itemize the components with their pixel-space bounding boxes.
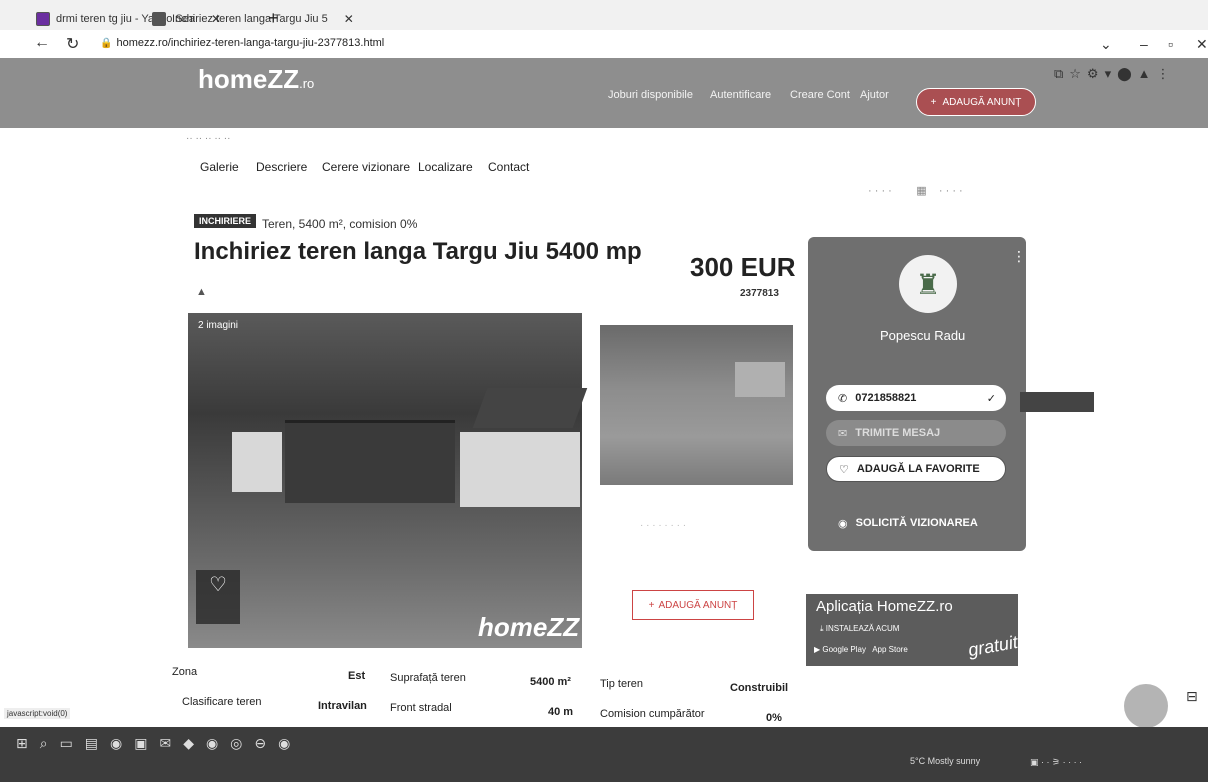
photo-gate (285, 420, 455, 503)
phone-icon: ✆ (838, 392, 848, 405)
listing-type-badge: INCHIRIERE (194, 214, 257, 228)
spec-value-zone: Est (348, 670, 366, 682)
browser-extension-icons[interactable]: ⧉☆⚙▾⬤▲⋮ (1054, 66, 1176, 82)
phone-number: 0721858821 (855, 392, 917, 404)
sidebar-icon[interactable]: ⊟ (1186, 688, 1198, 705)
post-ad-button-secondary[interactable]: + ADAUGĂ ANUNȚ (632, 590, 754, 620)
spec-value-area: 5400 m² (530, 676, 571, 688)
spec-label-frontage: Front stradal (390, 702, 452, 714)
request-viewing-button[interactable]: ◉ SOLICITĂ VIZIONAREA (826, 510, 1006, 536)
app-store-label: App Store (872, 645, 908, 654)
logo-text: homeZZ (198, 64, 300, 94)
post-ad-button[interactable]: + ADAUGĂ ANUNȚ (916, 88, 1036, 116)
nav-login[interactable]: Autentificare (710, 89, 771, 101)
new-tab-icon[interactable]: + (268, 9, 279, 27)
tab-label: Inchiriez teren langa Targu Jiu 5 (172, 13, 328, 25)
system-tray[interactable]: ▣ · · ⚞ · · · · (1030, 757, 1082, 768)
nav-jobs[interactable]: Joburi disponibile (608, 89, 693, 101)
spec-label-area: Suprafață teren (390, 672, 466, 684)
post-ad-label: ADAUGĂ ANUNȚ (942, 96, 1022, 108)
spec-label-commission: Comision cumpărător (600, 708, 705, 720)
plus-icon: + (648, 599, 655, 611)
url-text: homezz.ro/inchiriez-teren-langa-targu-ji… (116, 37, 385, 49)
tab-gallery[interactable]: Galerie (200, 160, 239, 174)
scroll-top-button[interactable] (1124, 684, 1168, 728)
message-icon: ✉ (838, 427, 848, 440)
ad-placeholder: · · · · · · · · (640, 520, 687, 531)
yahoo-icon (36, 12, 50, 26)
spec-value-commission: 0% (766, 712, 782, 724)
photo-shed (472, 388, 588, 428)
spec-value-frontage: 40 m (548, 706, 574, 718)
weather-widget[interactable]: 5°C Mostly sunny (910, 756, 980, 766)
spec-label-classification: Clasificare teren (182, 696, 262, 708)
tab-location[interactable]: Localizare (418, 160, 473, 174)
listing-title: Inchiriez teren langa Targu Jiu 5400 mp (194, 238, 642, 265)
show-phone-button[interactable]: ✆ 0721858821 ✓ (826, 385, 1006, 411)
listing-price: 300 EUR (690, 252, 796, 282)
agent-avatar: ♜ (899, 255, 957, 313)
eye-icon: ◉ (838, 517, 848, 530)
browser-tab-listing[interactable]: Inchiriez teren langa Targu Jiu 5 ✕ (152, 8, 354, 30)
nav-register[interactable]: Creare Cont (790, 89, 850, 101)
chevron-down-icon[interactable]: ⌄ (1100, 36, 1112, 53)
reload-icon[interactable]: ↻ (66, 34, 79, 54)
tab-viewing-request[interactable]: Cerere vizionare (322, 160, 410, 174)
breadcrumb[interactable]: ·· ·· ·· ·· ·· (186, 133, 230, 144)
back-icon[interactable]: ← (34, 34, 50, 52)
save-listing-button[interactable]: ♡ (196, 570, 240, 624)
app-promo-title: Aplicația HomeZZ.ro (816, 598, 953, 615)
send-message-button[interactable]: ✉ TRIMITE MESAJ (826, 420, 1006, 446)
add-favorite-label: ADAUGĂ LA FAVORITE (856, 463, 980, 475)
close-icon[interactable]: ✕ (344, 12, 354, 26)
spec-label-land-type: Tip teren (600, 678, 644, 690)
post-ad-label: ADAUGĂ ANUNȚ (658, 599, 738, 611)
add-favorite-button[interactable]: ♡ ADAUGĂ LA FAVORITE (826, 456, 1006, 482)
share-toolbar[interactable]: · · · · ▦ · · · · (868, 184, 963, 197)
tab-description[interactable]: Descriere (256, 160, 307, 174)
more-icon[interactable]: ⋮ (1012, 248, 1026, 265)
thumbnail-shed (735, 362, 785, 397)
photo-fence-left (232, 432, 282, 492)
send-message-label: TRIMITE MESAJ (855, 427, 941, 439)
photo-thumbnail[interactable] (600, 325, 793, 485)
url-field[interactable]: 🔒 homezz.ro/inchiriez-teren-langa-targu-j… (100, 37, 384, 49)
heart-icon: ♡ (839, 463, 849, 476)
listing-id: 2377813 (740, 288, 779, 299)
mountain-icon: ▲ (196, 286, 207, 298)
status-url: javascript:void(0) (4, 708, 71, 719)
verified-badge (1020, 392, 1094, 412)
taskbar-icons[interactable]: ⊞⌕▭▤◉▣✉◆◉◎⊖◉ (16, 735, 302, 752)
photo-count: 2 imagini (198, 320, 239, 331)
plus-icon: + (930, 96, 937, 108)
homezz-icon (152, 12, 166, 26)
logo-suffix: .ro (299, 76, 315, 91)
install-app-link[interactable]: ⤓ INSTALEAZĂ ACUM (820, 624, 899, 634)
close-window-icon[interactable]: ✕ (1196, 36, 1208, 53)
check-icon: ✓ (986, 392, 996, 405)
photo-fence (460, 432, 580, 507)
heart-icon: ♡ (209, 574, 227, 596)
photo-watermark: homeZZ (478, 612, 580, 642)
request-viewing-label: SOLICITĂ VIZIONAREA (855, 517, 978, 529)
spec-label-zone: Zona (172, 666, 198, 678)
app-store-links[interactable]: ▶ Google Play App Store (814, 645, 908, 654)
maximize-icon[interactable]: ▫ (1168, 36, 1173, 52)
nav-help[interactable]: Ajutor (860, 89, 889, 101)
minimize-icon[interactable]: – (1140, 36, 1148, 52)
spec-value-classification: Intravilan (318, 700, 367, 712)
lock-icon: 🔒 (100, 38, 113, 49)
google-play-label: Google Play (822, 645, 866, 654)
spec-value-land-type: Construibil (730, 682, 789, 694)
listing-subtitle: Teren, 5400 m², comision 0% (262, 217, 418, 231)
site-logo[interactable]: homeZZ.ro (198, 64, 314, 95)
tab-contact[interactable]: Contact (488, 160, 529, 174)
install-label: INSTALEAZĂ ACUM (825, 624, 900, 633)
agent-name: Popescu Radu (880, 328, 966, 343)
